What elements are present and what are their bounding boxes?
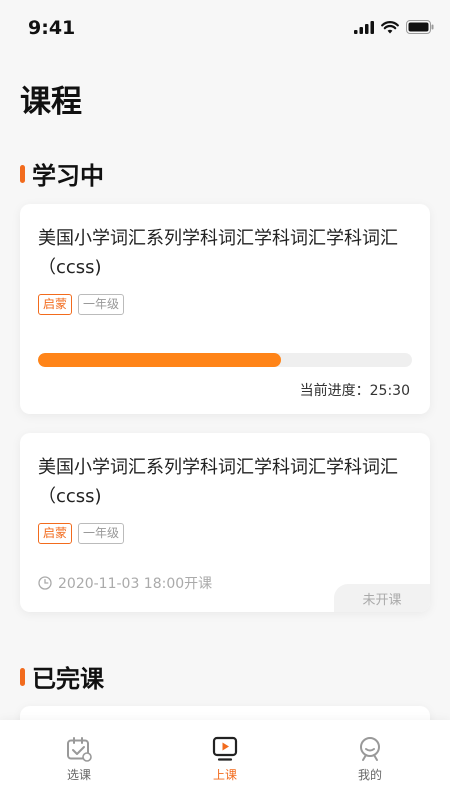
grade-tag: 一年级 (78, 294, 125, 315)
page-title: 课程 (20, 84, 82, 120)
course-select-icon (67, 737, 92, 762)
section-title: 已完课 (32, 665, 104, 693)
profile-icon (360, 737, 380, 761)
tab-course-select[interactable]: 选课 (39, 736, 119, 783)
status-time: 9:41 (28, 17, 76, 39)
tab-label: 上课 (212, 768, 237, 782)
section-header-learning: 学习中 (20, 156, 104, 191)
tab-label: 选课 (66, 768, 91, 782)
course-card[interactable]: 美国小学词汇系列学科词汇学科词汇学科词汇（ccss) 启蒙 一年级 当前进度：2… (20, 204, 430, 414)
tab-class[interactable]: 上课 (185, 736, 265, 783)
wifi-icon (381, 20, 399, 33)
course-title: 美国小学词汇系列学科词汇学科词汇学科词汇（ccss) (38, 228, 398, 278)
class-play-icon (212, 736, 238, 761)
section-header-completed: 已完课 (20, 659, 104, 694)
status-icons (354, 20, 434, 34)
progress-fill (38, 353, 282, 367)
course-card[interactable]: 美国小学词汇系列学科词汇学科词汇学科词汇（ccss) 启蒙 一年级 2020-1… (20, 433, 430, 612)
schedule-text: 2020-11-03 18:00开课 (58, 576, 213, 592)
section-title: 学习中 (32, 162, 104, 190)
section-accent-bar (20, 164, 25, 183)
level-tag: 启蒙 (38, 294, 73, 315)
course-title: 美国小学词汇系列学科词汇学科词汇学科词汇（ccss) (38, 457, 398, 507)
progress-text: 当前进度：25:30 (299, 383, 410, 399)
schedule-info: 2020-11-03 18:00开课 (38, 573, 212, 593)
course-tags: 启蒙 一年级 (38, 523, 125, 544)
tab-profile[interactable]: 我的 (330, 736, 410, 783)
tab-label: 我的 (357, 768, 382, 782)
battery-icon (406, 20, 434, 34)
signal-icon (354, 20, 374, 34)
course-tags: 启蒙 一年级 (38, 294, 125, 315)
bottom-tab-bar: 选课 上课 我的 (0, 720, 450, 800)
progress-bar (38, 353, 412, 367)
section-accent-bar (20, 667, 25, 686)
clock-icon (38, 576, 52, 590)
grade-tag: 一年级 (78, 523, 125, 544)
level-tag: 启蒙 (38, 523, 73, 544)
status-bar: 9:41 (0, 0, 450, 56)
status-badge: 未开课 (334, 584, 430, 612)
